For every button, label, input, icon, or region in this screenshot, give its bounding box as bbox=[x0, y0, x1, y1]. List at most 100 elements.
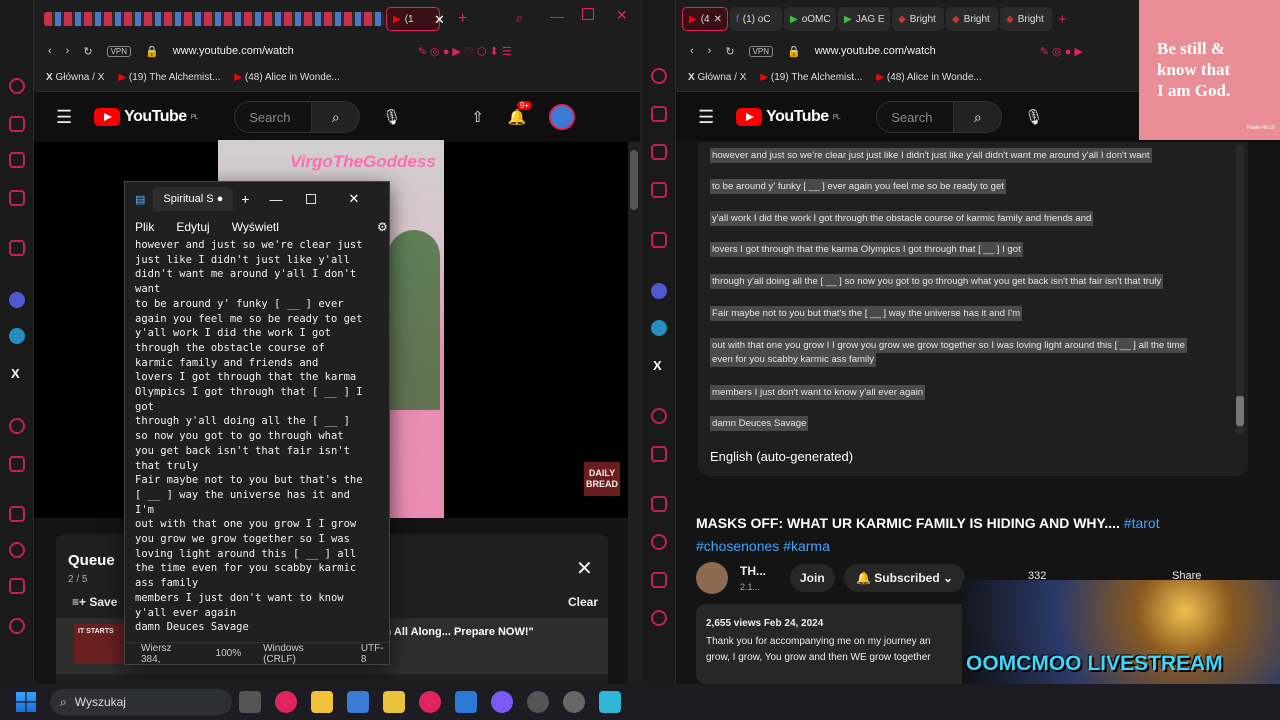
sidebar-icon[interactable] bbox=[651, 572, 667, 588]
transcript-line[interactable]: Fair maybe not to you but that's the [ _… bbox=[710, 306, 1023, 321]
settings-icon[interactable] bbox=[9, 618, 25, 634]
url-field[interactable]: www.youtube.com/watch bbox=[173, 45, 294, 57]
maximize-icon[interactable] bbox=[582, 8, 594, 20]
notepad-tab[interactable]: Spiritual S ● bbox=[153, 187, 234, 211]
channel-name[interactable]: TH... bbox=[740, 564, 766, 578]
transcript-line[interactable]: however and just so we're clear just jus… bbox=[710, 148, 1152, 163]
new-tab-icon[interactable]: + bbox=[1058, 11, 1067, 28]
transcript-line[interactable]: through y'all doing all the [ __ ] so no… bbox=[710, 274, 1164, 289]
forward-icon[interactable]: › bbox=[66, 45, 70, 57]
vpn-badge[interactable]: VPN bbox=[748, 45, 774, 57]
transcript-line[interactable]: y'all work I did the work I got through … bbox=[710, 211, 1094, 226]
maximize-icon[interactable] bbox=[306, 194, 317, 204]
collapsed-tabs[interactable] bbox=[44, 12, 384, 26]
mic-icon[interactable]: 🎙 bbox=[1024, 108, 1043, 126]
settings-icon[interactable] bbox=[651, 610, 667, 626]
menu-icon[interactable]: ☰ bbox=[698, 107, 714, 128]
app-icon[interactable] bbox=[383, 691, 405, 713]
queue-close-icon[interactable]: ✕ bbox=[576, 556, 593, 581]
avatar[interactable] bbox=[548, 104, 575, 130]
sidebar-icon[interactable] bbox=[9, 578, 25, 594]
sidebar-icon[interactable] bbox=[9, 78, 25, 94]
transcript-language[interactable]: English (auto-generated) bbox=[710, 449, 853, 464]
tab[interactable]: ▶ oOMC bbox=[784, 7, 836, 31]
reload-icon[interactable]: ↻ bbox=[725, 45, 734, 58]
sidebar-icon[interactable] bbox=[9, 152, 25, 168]
bookmark-x[interactable]: X Główna / X bbox=[688, 72, 746, 83]
subscribed-button[interactable]: 🔔 Subscribed ⌄ bbox=[844, 564, 966, 592]
queue-save-button[interactable]: ≡+ Save bbox=[72, 595, 117, 609]
sidebar-icon[interactable] bbox=[651, 68, 667, 84]
bell-icon[interactable]: 🔔 9+ bbox=[508, 101, 533, 126]
transcript-line[interactable]: to be around y' funky [ __ ] ever again … bbox=[710, 179, 1006, 194]
forward-icon[interactable]: › bbox=[708, 45, 712, 57]
minimize-icon[interactable]: — bbox=[550, 8, 564, 24]
opera-icon[interactable] bbox=[275, 691, 297, 713]
youtube-logo[interactable]: YouTube PL bbox=[94, 108, 199, 126]
taskbar-search[interactable]: ⌕ Wyszukaj bbox=[50, 689, 232, 715]
tab[interactable]: ▶ JAG E bbox=[838, 7, 890, 31]
back-icon[interactable]: ‹ bbox=[48, 45, 52, 57]
gear-icon[interactable]: ⚙ bbox=[377, 220, 388, 234]
sidebar-icon[interactable] bbox=[651, 408, 667, 424]
transcript-line[interactable]: even for you scabby karmic ass family bbox=[710, 352, 877, 367]
close-window-icon[interactable]: ✕ bbox=[616, 7, 628, 24]
search-input[interactable]: Search bbox=[876, 101, 955, 133]
sidebar-icon[interactable] bbox=[9, 116, 25, 132]
notepad-text-area[interactable]: however and just so we're clear just jus… bbox=[135, 238, 381, 635]
bookmark-alchemist[interactable]: ▶ (19) The Alchemist... bbox=[118, 72, 220, 83]
sidebar-icon[interactable] bbox=[651, 534, 667, 550]
sidebar-icon[interactable] bbox=[9, 190, 25, 206]
sidebar-icon[interactable] bbox=[651, 232, 667, 248]
menu-view[interactable]: Wyświetl bbox=[232, 220, 279, 234]
bookmark-alice[interactable]: ▶ (48) Alice in Wonde... bbox=[234, 72, 339, 83]
scrollbar[interactable] bbox=[628, 142, 640, 684]
telegram-icon[interactable] bbox=[9, 328, 25, 344]
notepad-window[interactable]: ▤ Spiritual S ● + — ✕ Plik Edytuj Wyświe… bbox=[124, 181, 390, 665]
tab[interactable]: ◆ Bright bbox=[946, 7, 998, 31]
toolbar-icons[interactable]: ✎ ◎ ● ▶ bbox=[1040, 45, 1083, 58]
tab[interactable]: ◆ Bright bbox=[1000, 7, 1052, 31]
menu-file[interactable]: Plik bbox=[135, 220, 154, 234]
back-icon[interactable]: ‹ bbox=[690, 45, 694, 57]
store-icon[interactable] bbox=[347, 691, 369, 713]
tab[interactable]: ◆ Bright bbox=[892, 7, 944, 31]
bookmark-alchemist[interactable]: ▶ (19) The Alchemist... bbox=[760, 72, 862, 83]
bookmark-x[interactable]: X Główna / X bbox=[46, 72, 104, 83]
transcript-line[interactable]: lovers I got through that the karma Olym… bbox=[710, 242, 1023, 257]
opera-gx-icon[interactable] bbox=[419, 691, 441, 713]
transcript-line[interactable]: damn Deuces Savage bbox=[710, 416, 809, 431]
channel-avatar[interactable] bbox=[696, 562, 728, 594]
windows-start-icon[interactable] bbox=[16, 692, 36, 712]
toolbar-icons[interactable]: ✎ ◎ ● ▶ ♡ ⬡ ⬇ ☰ bbox=[418, 45, 512, 58]
sidebar-icon[interactable] bbox=[651, 446, 667, 462]
sidebar-icon[interactable] bbox=[9, 240, 25, 256]
search-input[interactable]: Search bbox=[234, 101, 313, 133]
sidebar-icon[interactable] bbox=[9, 506, 25, 522]
x-icon[interactable]: X bbox=[11, 366, 20, 381]
search-tabs-icon[interactable]: ⌕ bbox=[516, 10, 523, 26]
app-icon[interactable] bbox=[491, 691, 513, 713]
new-tab-icon[interactable]: + bbox=[241, 191, 249, 207]
reload-icon[interactable]: ↻ bbox=[83, 45, 92, 58]
notepad-icon[interactable] bbox=[599, 691, 621, 713]
sidebar-icon[interactable] bbox=[9, 418, 25, 434]
transcript-line[interactable]: out with that one you grow I I grow you … bbox=[710, 338, 1188, 353]
join-button[interactable]: Join bbox=[790, 564, 835, 592]
x-icon[interactable]: X bbox=[653, 358, 662, 373]
sidebar-icon[interactable] bbox=[651, 182, 667, 198]
close-icon[interactable]: ✕ bbox=[348, 191, 359, 207]
tab[interactable]: f (1) oC bbox=[730, 7, 782, 31]
close-tab-icon[interactable]: ✕ bbox=[434, 12, 445, 28]
obs-icon[interactable] bbox=[563, 691, 585, 713]
menu-icon[interactable]: ☰ bbox=[56, 107, 72, 128]
youtube-logo[interactable]: YouTube PL bbox=[736, 108, 841, 126]
transcript-line[interactable]: members I just don't want to know y'all … bbox=[710, 385, 926, 400]
new-tab-icon[interactable]: + bbox=[458, 10, 467, 28]
hashtag-link[interactable]: #tarot bbox=[1124, 515, 1160, 531]
menu-edit[interactable]: Edytuj bbox=[176, 220, 209, 234]
queue-clear-button[interactable]: Clear bbox=[568, 595, 598, 609]
upload-icon[interactable]: ⇧ bbox=[471, 108, 484, 126]
search-button[interactable]: ⌕ bbox=[312, 101, 361, 133]
active-tab[interactable]: ▶ (1 bbox=[386, 7, 440, 31]
